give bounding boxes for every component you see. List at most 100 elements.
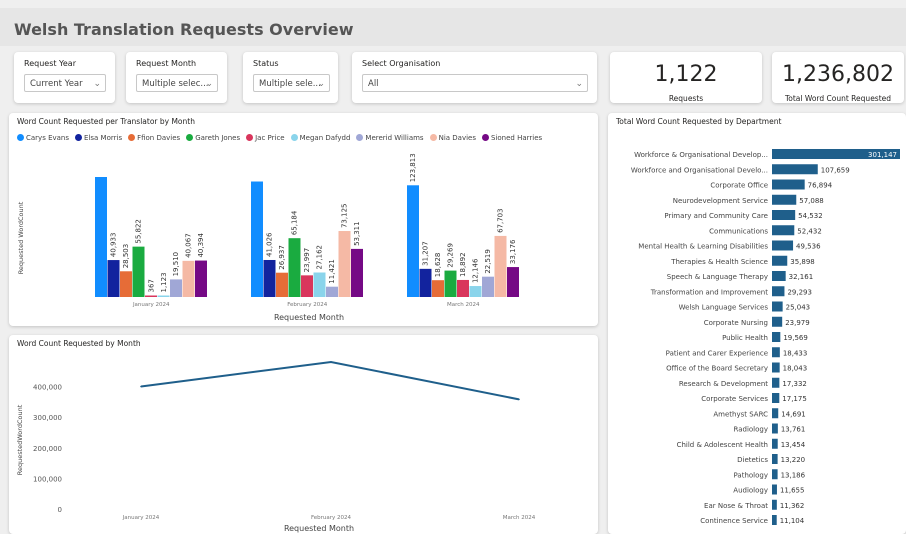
slicer-request-year[interactable]: Request Year Current Year ⌄ <box>14 52 115 103</box>
data-label: 53,311 <box>353 221 361 246</box>
slicer-value: Multiple selec... <box>142 79 209 89</box>
bar <box>772 255 788 266</box>
data-label: 54,532 <box>798 212 823 220</box>
data-label: 18,628 <box>434 253 442 278</box>
category-label: Continence Service <box>700 517 768 525</box>
data-label: 13,220 <box>781 456 806 464</box>
data-label: 19,569 <box>783 334 808 342</box>
data-label: 367 <box>147 279 155 292</box>
slicer-status[interactable]: Status Multiple sele... ⌄ <box>243 52 338 103</box>
data-label: 33,176 <box>509 239 517 264</box>
request-year-dropdown[interactable]: Current Year ⌄ <box>24 74 106 92</box>
kpi-words-card: 1,236,802 Total Word Count Requested <box>772 52 904 103</box>
y-axis-title: Requested WordCount <box>17 201 25 274</box>
bar <box>313 272 326 297</box>
data-label: 76,894 <box>808 182 833 190</box>
x-tick-label: March 2024 <box>503 515 536 521</box>
category-label: Radiology <box>734 426 768 434</box>
kpi-requests-label: Requests <box>668 94 704 103</box>
slicer-value: Current Year <box>30 79 83 89</box>
category-label: Speech & Language Therapy <box>667 273 768 281</box>
data-label: 40,394 <box>197 233 205 258</box>
bar <box>507 267 519 297</box>
chevron-down-icon[interactable]: ⌄ <box>205 75 213 91</box>
chevron-down-icon[interactable]: ⌄ <box>317 75 325 91</box>
data-point <box>518 398 520 401</box>
chevron-down-icon[interactable]: ⌄ <box>93 75 101 91</box>
bar <box>772 362 780 373</box>
bar <box>145 295 157 297</box>
category-label: Amethyst SARC <box>713 410 768 418</box>
bar <box>170 279 182 297</box>
category-label: Research & Development <box>679 380 768 388</box>
slicer-label: Status <box>253 59 279 68</box>
bar <box>338 231 351 297</box>
bar <box>772 499 777 510</box>
bar <box>772 438 778 449</box>
data-label: 41,026 <box>266 232 274 257</box>
bar <box>772 347 780 358</box>
slicer-select-organisation[interactable]: Select Organisation All ⌄ <box>352 52 597 103</box>
category-label: Primary and Community Care <box>664 212 768 220</box>
bar <box>195 260 207 297</box>
x-axis-title: Requested Month <box>284 524 354 533</box>
bar <box>157 295 170 297</box>
slicer-label: Select Organisation <box>362 59 441 68</box>
data-label: 13,186 <box>781 471 806 479</box>
bar <box>132 246 145 297</box>
kpi-words-value: 1,236,802 <box>782 62 894 87</box>
slicer-request-month[interactable]: Request Month Multiple selec... ⌄ <box>126 52 227 103</box>
data-label: 11,104 <box>780 517 805 525</box>
data-label: 35,898 <box>790 258 815 266</box>
data-label: 13,454 <box>781 441 806 449</box>
data-label: 23,979 <box>785 319 810 327</box>
kpi-requests-card: 1,122 Requests <box>610 52 762 103</box>
category-label: Corporate Nursing <box>704 319 768 327</box>
category-label: Corporate Services <box>701 395 768 403</box>
data-label: 22,519 <box>484 249 492 274</box>
department-chart: Workforce & Organisational Develop... 301… <box>631 149 900 525</box>
request-month-dropdown[interactable]: Multiple selec... ⌄ <box>136 74 218 92</box>
category-label: Welsh Language Services <box>679 304 769 312</box>
data-label: 12,146 <box>472 258 480 283</box>
category-label: Audiology <box>733 487 768 495</box>
data-label: 29,269 <box>447 243 455 267</box>
data-label: 18,433 <box>783 349 808 357</box>
bar <box>772 316 783 327</box>
status-dropdown[interactable]: Multiple sele... ⌄ <box>253 74 330 92</box>
y-tick-label: 400,000 <box>33 384 62 392</box>
slicer-label: Request Month <box>136 59 197 68</box>
bar <box>772 225 795 236</box>
chevron-down-icon[interactable]: ⌄ <box>575 75 583 91</box>
data-label: 65,184 <box>291 210 299 235</box>
category-label: Patient and Carer Experience <box>666 349 768 357</box>
category-label: Office of the Board Secretary <box>666 365 768 373</box>
category-label: Child & Adolescent Health <box>677 441 768 449</box>
bar <box>326 286 338 297</box>
bar <box>772 286 785 297</box>
data-point <box>140 385 142 388</box>
bar <box>772 301 783 312</box>
category-label: Communications <box>709 227 768 235</box>
bar <box>772 210 796 220</box>
data-label: 11,362 <box>780 502 805 510</box>
series-line <box>140 360 520 401</box>
slicer-value: Multiple sele... <box>259 79 321 89</box>
category-label: Workforce and Organisational Develo... <box>631 166 768 174</box>
data-label: 23,997 <box>303 248 311 273</box>
data-label: 14,691 <box>781 410 806 418</box>
data-label: 67,703 <box>497 208 505 233</box>
bar <box>772 164 818 175</box>
data-label: 28,503 <box>122 244 130 269</box>
organisation-dropdown[interactable]: All ⌄ <box>362 74 588 92</box>
bar <box>107 260 120 297</box>
bar <box>772 240 794 251</box>
bar <box>482 276 494 297</box>
bar <box>351 248 363 297</box>
data-label: 57,088 <box>799 197 824 205</box>
y-tick-label: 200,000 <box>33 445 62 453</box>
data-label: 18,892 <box>459 252 467 277</box>
data-label: 17,332 <box>782 380 807 388</box>
bar <box>444 270 457 297</box>
data-label: 31,207 <box>422 241 430 266</box>
